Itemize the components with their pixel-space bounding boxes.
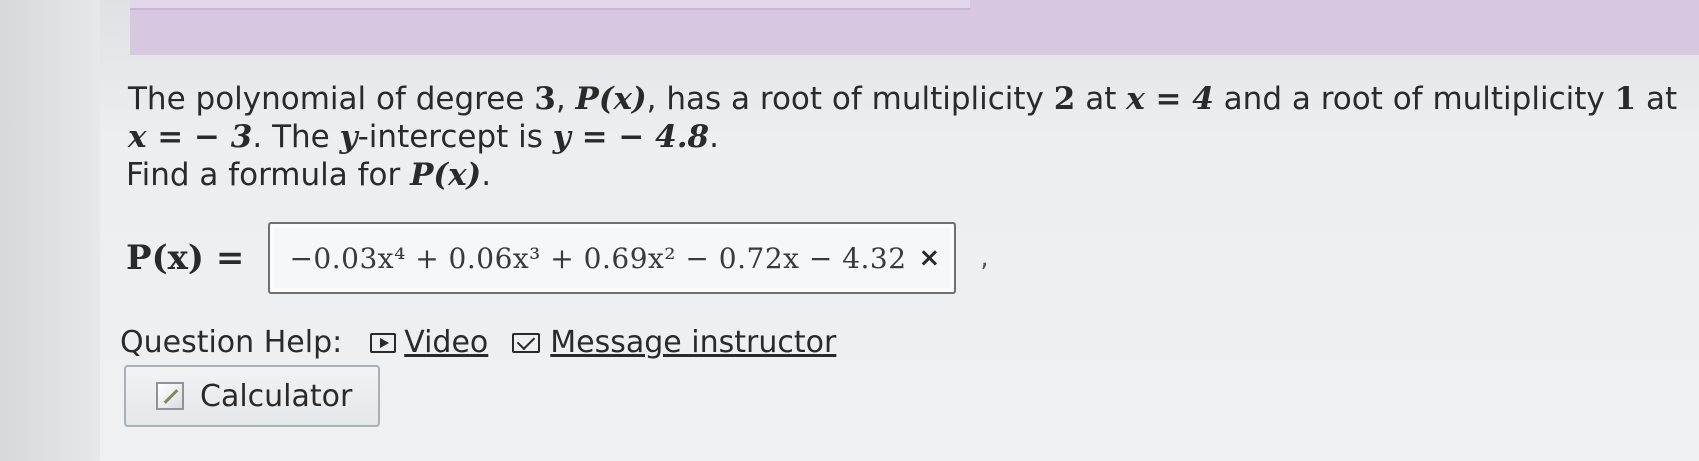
question-text-part: -intercept is <box>357 119 553 155</box>
answer-label: P(x) = <box>126 238 245 278</box>
message-instructor-link[interactable]: Message instructor <box>512 325 836 360</box>
left-edge <box>0 0 100 461</box>
calculator-button[interactable]: Calculator <box>124 365 380 427</box>
answer-input[interactable]: −0.03x⁴ + 0.06x³ + 0.69x² − 0.72x − 4.32… <box>268 222 957 294</box>
question-text-part: , <box>555 81 576 117</box>
video-icon <box>370 332 397 353</box>
multiplicity-value: 2 <box>1053 81 1076 117</box>
question-text-part: , has a root of multiplicity <box>646 81 1054 117</box>
question-text-part: . The <box>252 119 340 155</box>
polynomial-symbol: P(x) <box>410 157 482 193</box>
question-text-part: at <box>1075 81 1127 117</box>
root-expression: x = 4 <box>1126 81 1214 117</box>
y-variable: y <box>339 119 358 155</box>
answer-value: −0.03x⁴ + 0.06x³ + 0.69x² − 0.72x − 4.32 <box>289 241 907 275</box>
trailing-comma: , <box>980 243 989 273</box>
find-end: . <box>481 157 492 193</box>
question-text-part: . <box>709 119 719 155</box>
question-help-label: Question Help: <box>120 325 343 360</box>
top-banner <box>130 0 1699 55</box>
multiplicity-value: 1 <box>1614 81 1637 117</box>
question-content: The polynomial of degree 3, P(x), has a … <box>98 70 1678 427</box>
video-link[interactable]: Video <box>370 325 488 360</box>
question-text-part: at <box>1636 81 1678 117</box>
x-mark-icon: × <box>918 243 941 273</box>
question-text-part: The polynomial of degree <box>128 81 535 117</box>
top-banner-tab <box>130 0 970 10</box>
message-instructor-label: Message instructor <box>550 325 837 360</box>
y-intercept-expression: y = − 4.8 <box>552 119 710 155</box>
video-link-label: Video <box>404 325 489 360</box>
question-text: The polynomial of degree 3, P(x), has a … <box>126 80 1688 194</box>
calculator-icon <box>156 382 184 410</box>
degree-value: 3 <box>534 81 556 117</box>
calculator-label: Calculator <box>200 378 353 414</box>
find-text: Find a formula for <box>126 157 411 193</box>
page: The polynomial of degree 3, P(x), has a … <box>0 0 1699 461</box>
find-prompt: Find a formula for P(x). <box>126 156 1686 194</box>
answer-row: P(x) = −0.03x⁴ + 0.06x³ + 0.69x² − 0.72x… <box>126 222 989 294</box>
question-text-part: and a root of multiplicity <box>1213 81 1615 117</box>
polynomial-symbol: P(x) <box>575 81 647 117</box>
mail-icon <box>512 332 541 353</box>
root-expression: x = − 3 <box>128 119 253 155</box>
question-help: Question Help: Video Message instructor <box>120 325 860 360</box>
